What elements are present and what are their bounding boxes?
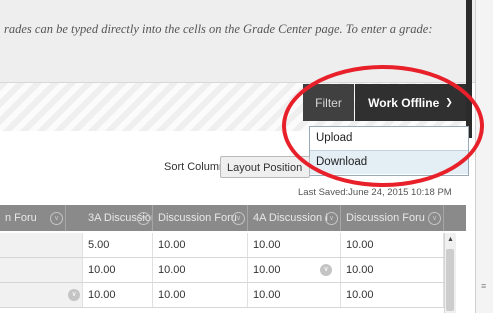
column-header-label: Discussion Foru — [346, 212, 425, 224]
column-header[interactable]: Discussion Foru ∨ — [341, 205, 444, 231]
table-row: ∨ 10.00 10.00 10.00 10.00 — [0, 283, 455, 308]
column-header[interactable]: 4A Discussion I ∨ — [248, 205, 341, 231]
chevron-down-icon[interactable]: ∨ — [428, 212, 441, 225]
grade-cell[interactable]: 5.00 — [83, 233, 153, 257]
grade-cell-value: 10.00 — [253, 264, 281, 276]
grid-header-row: n Foru ∨ 3A Discussion I ∨ Discussion Fo… — [0, 205, 466, 231]
instructions-text: rades can be typed directly into the cel… — [4, 22, 433, 36]
work-offline-label: Work Offline — [368, 95, 440, 110]
chevron-down-icon[interactable]: ∨ — [68, 289, 80, 301]
grade-cell[interactable] — [0, 233, 83, 257]
chevron-down-icon[interactable]: ∨ — [50, 212, 63, 225]
grade-cell[interactable]: ∨ — [0, 283, 83, 307]
grade-cell[interactable] — [0, 258, 83, 282]
scroll-up-icon[interactable]: ▲ — [447, 236, 454, 243]
work-offline-menu: Upload Download — [309, 126, 469, 176]
grade-cell[interactable]: 10.00 ∨ — [248, 258, 341, 282]
grade-cell[interactable]: 10.00 — [341, 283, 444, 307]
grade-cell[interactable]: 10.00 — [153, 233, 248, 257]
grade-cell[interactable]: 10.00 — [83, 258, 153, 282]
column-header[interactable]: 3A Discussion I ∨ — [83, 205, 153, 231]
grade-cell[interactable]: 10.00 — [153, 283, 248, 307]
menu-item-upload[interactable]: Upload — [310, 127, 468, 151]
grade-grid: n Foru ∨ 3A Discussion I ∨ Discussion Fo… — [0, 205, 466, 313]
grade-cell[interactable]: 10.00 — [248, 283, 341, 307]
column-header[interactable]: n Foru ∨ — [0, 205, 66, 231]
instructions-banner: rades can be typed directly into the cel… — [0, 0, 475, 83]
menu-item-download[interactable]: Download — [310, 151, 468, 174]
filter-button[interactable]: Filter — [303, 84, 354, 121]
column-header-label: n Foru — [5, 212, 37, 224]
column-header-label: 4A Discussion I — [253, 212, 329, 224]
scroll-thumb[interactable] — [446, 249, 454, 311]
grade-cell[interactable]: 10.00 — [341, 233, 444, 257]
page-edge-strip — [475, 0, 493, 313]
chevron-down-icon[interactable]: ∨ — [137, 212, 150, 225]
grade-cell[interactable]: 10.00 — [248, 233, 341, 257]
column-header-label: Discussion Foru — [158, 212, 237, 224]
grade-cell[interactable]: 10.00 — [83, 283, 153, 307]
chevron-down-icon: ❯ — [445, 97, 453, 107]
resize-handle-icon: ≡ — [481, 281, 487, 291]
grid-scrollbar[interactable]: ▲ — [444, 233, 456, 313]
work-offline-button[interactable]: Work Offline ❯ — [355, 84, 466, 121]
page-scrollbar[interactable] — [466, 0, 472, 138]
chevron-down-icon[interactable]: ∨ — [325, 212, 338, 225]
grade-cell[interactable]: 10.00 — [153, 258, 248, 282]
column-header[interactable]: Discussion Foru ∨ — [153, 205, 248, 231]
grade-cell[interactable]: 10.00 — [341, 258, 444, 282]
table-row: 10.00 10.00 10.00 ∨ 10.00 — [0, 258, 455, 283]
last-saved-text: Last Saved:June 24, 2015 10:18 PM — [298, 187, 452, 198]
sort-columns-select[interactable]: Layout Position — [220, 156, 310, 178]
chevron-down-icon[interactable]: ∨ — [320, 264, 332, 276]
chevron-down-icon[interactable]: ∨ — [232, 212, 245, 225]
filter-button-label: Filter — [315, 95, 342, 110]
table-row: 5.00 10.00 10.00 10.00 — [0, 233, 455, 258]
